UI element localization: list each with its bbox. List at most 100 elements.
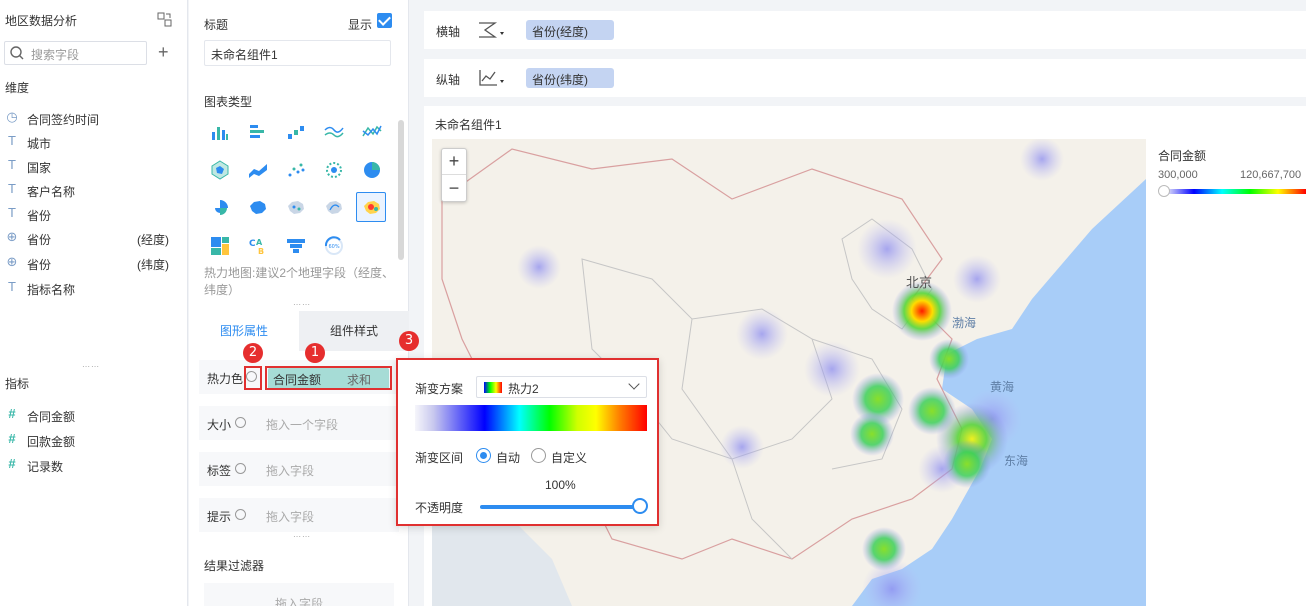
resize-handle[interactable]: ⋯⋯ xyxy=(82,362,100,371)
svg-text:60%: 60% xyxy=(329,244,340,250)
result-filter-dropzone[interactable]: 拖入字段 xyxy=(204,583,394,606)
result-filter-label: 结果过滤器 xyxy=(204,559,265,573)
hash-icon: # xyxy=(8,456,16,471)
opacity-label: 不透明度 xyxy=(415,501,464,515)
globe-icon: ⊕ xyxy=(6,254,18,269)
switch-dataset-icon[interactable] xyxy=(157,12,172,27)
legend-max-value: 120,667,700 xyxy=(1240,169,1302,181)
legend-color-scale xyxy=(1166,189,1306,194)
range-auto-radio[interactable] xyxy=(476,448,491,463)
gear-icon[interactable] xyxy=(235,509,246,520)
x-axis-label: 横轴 xyxy=(436,25,461,39)
dimension-item[interactable]: T 国家 xyxy=(5,157,183,177)
stacked-bar-icon[interactable] xyxy=(280,116,310,146)
size-row[interactable]: 大小 拖入一个字段 xyxy=(199,406,399,440)
svg-text:C: C xyxy=(249,239,256,249)
dimension-item[interactable]: T 省份 xyxy=(5,205,183,225)
region-map-icon[interactable] xyxy=(242,192,272,222)
chart-type-hint: 热力地图:建议2个地理字段（经度、纬度） xyxy=(204,266,395,297)
legend-range-handle[interactable] xyxy=(1158,185,1170,197)
dimension-item[interactable]: ⊕ 省份 (纬度) xyxy=(5,254,183,274)
dataset-title: 地区数据分析 xyxy=(5,14,78,28)
range-area-icon[interactable] xyxy=(242,154,272,184)
gear-icon[interactable] xyxy=(235,417,246,428)
opacity-value: 100% xyxy=(545,478,576,492)
chart-config-panel: 标题 显示 未命名组件1 图表类型 CAB 60% 热力地图:建议2个地理字段（… xyxy=(189,0,409,606)
tab-graphic-properties[interactable]: 图形属性 xyxy=(189,311,299,351)
title-label: 标题 xyxy=(204,18,229,32)
resize-handle[interactable]: ⋯⋯ xyxy=(293,300,311,309)
resize-handle[interactable]: ⋯⋯ xyxy=(293,532,311,541)
axis-type-icon[interactable] xyxy=(477,19,507,41)
rose-chart-icon[interactable] xyxy=(204,192,234,222)
dataset-panel: 地区数据分析 搜索字段 + 维度 ◷ 合同签约时间 T 城市 T 国家 T 客户名称 T… xyxy=(0,0,188,606)
point-map-icon[interactable] xyxy=(280,192,310,222)
measure-item[interactable]: # 回款金额 xyxy=(5,431,183,451)
callout-badge-3: 3 xyxy=(399,331,419,351)
radar-chart-icon[interactable] xyxy=(204,154,234,184)
zoom-in-button[interactable]: + xyxy=(442,149,466,175)
text-type-icon: T xyxy=(8,181,16,196)
map-zoom-control: + − xyxy=(441,148,467,202)
line-chart-icon[interactable] xyxy=(356,116,386,146)
callout-box-field xyxy=(265,366,392,390)
flow-map-icon[interactable] xyxy=(318,192,348,222)
bubble-ring-icon[interactable] xyxy=(318,154,348,184)
add-field-button[interactable]: + xyxy=(158,43,169,61)
heat-map-icon[interactable] xyxy=(356,192,386,222)
callout-badge-2: 2 xyxy=(243,343,263,363)
axis-type-icon[interactable] xyxy=(477,67,507,89)
dimension-item[interactable]: T 客户名称 xyxy=(5,181,183,201)
x-axis-field-chip[interactable]: 省份(经度) xyxy=(526,20,614,40)
word-cloud-icon[interactable]: CAB xyxy=(242,230,272,260)
x-axis-row: 横轴 省份(经度) xyxy=(424,11,1306,49)
gradient-range-label: 渐变区间 xyxy=(415,451,464,465)
show-title-label: 显示 xyxy=(348,18,373,32)
funnel-chart-icon[interactable] xyxy=(280,230,310,260)
area-chart-icon[interactable] xyxy=(318,116,348,146)
range-auto-label: 自动 xyxy=(496,451,521,465)
dimension-item[interactable]: ⊕ 省份 (经度) xyxy=(5,229,183,249)
search-icon xyxy=(10,46,24,60)
bar-chart-icon[interactable] xyxy=(204,116,234,146)
treemap-icon[interactable] xyxy=(204,230,234,260)
callout-badge-1: 1 xyxy=(305,343,325,363)
legend-title: 合同金额 xyxy=(1158,149,1207,163)
label-row[interactable]: 标签 拖入字段 xyxy=(199,452,399,486)
gallery-scrollbar[interactable] xyxy=(398,120,404,260)
gear-icon[interactable] xyxy=(235,463,246,474)
dimension-item[interactable]: ◷ 合同签约时间 xyxy=(5,109,183,129)
opacity-slider-handle[interactable] xyxy=(632,498,648,514)
gradient-preview-bar xyxy=(415,405,647,431)
scatter-chart-icon[interactable] xyxy=(280,154,310,184)
text-type-icon: T xyxy=(8,157,16,172)
measure-item[interactable]: # 合同金额 xyxy=(5,406,183,426)
dimension-item[interactable]: T 指标名称 xyxy=(5,279,183,299)
range-custom-label: 自定义 xyxy=(551,451,588,465)
pie-chart-icon[interactable] xyxy=(356,154,386,184)
component-title: 未命名组件1 xyxy=(435,118,502,132)
hash-icon: # xyxy=(8,431,16,446)
dimension-header: 维度 xyxy=(5,81,30,95)
field-search-input[interactable]: 搜索字段 xyxy=(4,41,147,65)
y-axis-field-chip[interactable]: 省份(纬度) xyxy=(526,68,614,88)
text-type-icon: T xyxy=(8,133,16,148)
map-label-bohai: 渤海 xyxy=(952,315,976,330)
gauge-chart-icon[interactable]: 60% xyxy=(318,230,348,260)
measure-header: 指标 xyxy=(5,377,30,391)
opacity-slider-track[interactable] xyxy=(480,505,640,509)
measure-item[interactable]: # 记录数 xyxy=(5,456,183,476)
legend-min-value: 300,000 xyxy=(1158,169,1198,181)
gradient-scheme-select[interactable]: 热力2 xyxy=(476,376,647,398)
svg-text:A: A xyxy=(256,238,263,247)
show-title-checkbox[interactable] xyxy=(377,13,392,28)
range-custom-radio[interactable] xyxy=(531,448,546,463)
title-input[interactable]: 未命名组件1 xyxy=(204,40,391,66)
zoom-out-button[interactable]: − xyxy=(442,176,466,202)
map-label-beijing: 北京 xyxy=(906,276,932,291)
dimension-item[interactable]: T 城市 xyxy=(5,133,183,153)
text-type-icon: T xyxy=(8,205,16,220)
tooltip-row[interactable]: 提示 拖入字段 xyxy=(199,498,399,532)
grouped-bar-icon[interactable] xyxy=(242,116,272,146)
map-label-huanghai: 黄海 xyxy=(990,379,1014,394)
